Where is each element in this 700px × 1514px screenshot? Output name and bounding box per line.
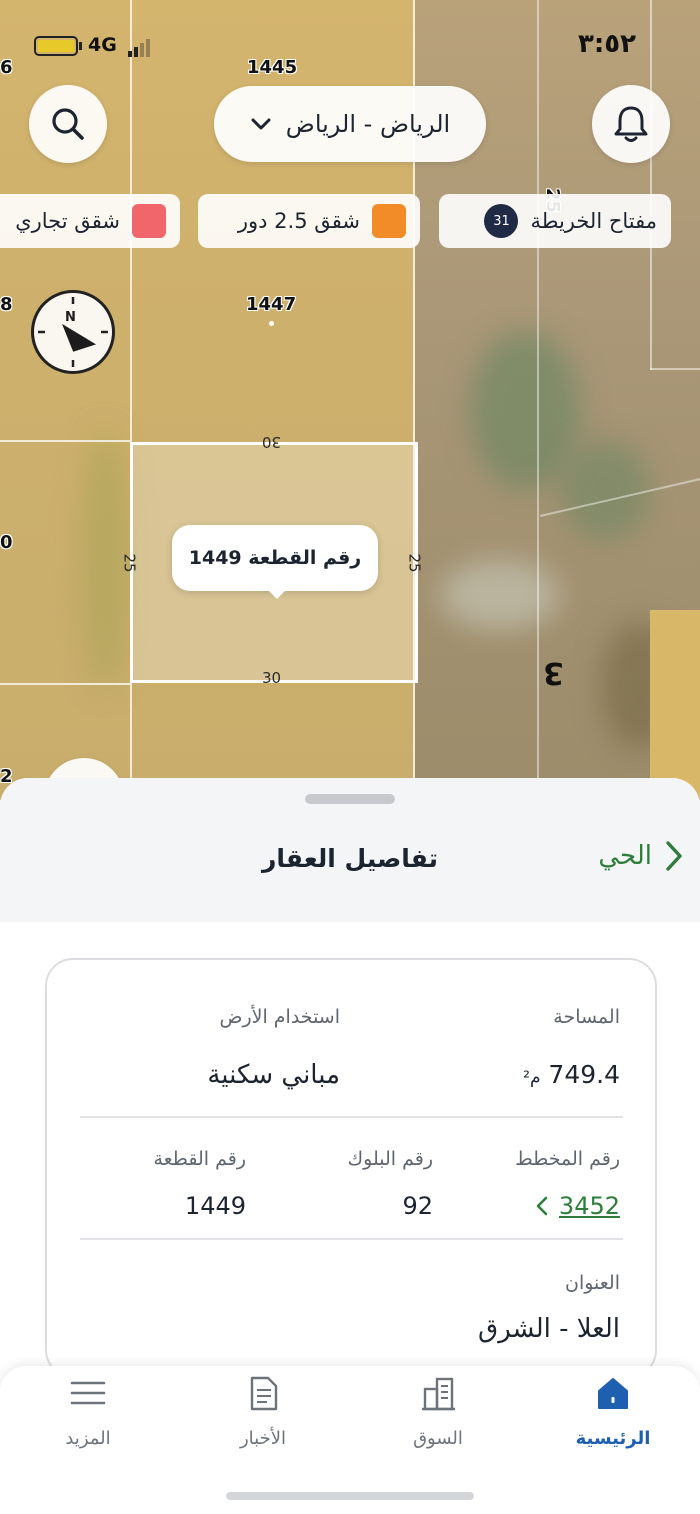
parcel-boundary — [0, 683, 130, 685]
menu-icon — [68, 1372, 108, 1414]
legend-count-badge: 31 — [484, 204, 519, 238]
vegetation — [560, 440, 650, 540]
svg-text:N: N — [65, 310, 76, 325]
city-selector[interactable]: الرياض - الرياض — [214, 86, 486, 162]
compass-button[interactable]: N — [31, 290, 115, 374]
legend-swatch — [372, 204, 406, 238]
tab-label: المزيد — [65, 1428, 111, 1449]
search-icon — [52, 108, 84, 140]
parcel-number: 0 — [0, 532, 13, 553]
legend-swatch — [132, 204, 166, 238]
chevron-right-icon — [666, 841, 682, 871]
map-legend-button[interactable]: مفتاح الخريطة 31 — [439, 194, 671, 248]
tab-label: الرئيسية — [575, 1428, 651, 1449]
vegetation — [440, 560, 560, 630]
sheet-header: تفاصيل العقار الحي — [0, 778, 700, 922]
back-label: الحي — [598, 841, 652, 871]
block-number-value: 92 — [402, 1192, 433, 1220]
tab-label: السوق — [413, 1428, 463, 1449]
plot-dimension-top: 30 — [262, 433, 282, 451]
tab-news[interactable]: الأخبار — [203, 1372, 323, 1462]
plot-dimension-right: 25 — [405, 553, 424, 573]
city-label: الرياض - الرياض — [285, 110, 451, 138]
plot-number-label: رقم القطعة — [153, 1148, 246, 1170]
area-value-group: 749.4 م² — [523, 1060, 620, 1089]
search-button[interactable] — [29, 85, 107, 163]
map-view[interactable]: 1445 1447 6 8 0 2 25 3 30 30 25 25 رقم ا… — [0, 0, 700, 800]
plan-number-link[interactable]: 3452 — [535, 1192, 620, 1220]
tab-bar: الرئيسية السوق الأخبار المزيد — [0, 1366, 700, 1514]
land-use-label: استخدام الأرض — [219, 1006, 340, 1028]
address-label: العنوان — [564, 1272, 620, 1294]
tab-label: الأخبار — [239, 1428, 286, 1449]
notifications-button[interactable] — [592, 85, 670, 163]
parcel-number: 8 — [0, 294, 13, 315]
sheet-grabber[interactable] — [305, 794, 395, 804]
area-unit: م² — [523, 1068, 541, 1088]
block-number-label: رقم البلوك — [347, 1148, 433, 1170]
tab-market[interactable]: السوق — [378, 1372, 498, 1462]
home-icon — [593, 1372, 633, 1414]
legend-chip-commercial[interactable]: شقق تجاري — [0, 194, 180, 248]
network-type: 4G — [88, 34, 117, 56]
legend-chip-label: شقق 2.5 دور — [237, 209, 360, 233]
buildings-icon — [418, 1372, 458, 1414]
back-to-district-button[interactable]: الحي — [598, 840, 684, 872]
bell-icon — [614, 106, 648, 142]
parcel-boundary — [537, 0, 539, 800]
parcel-dot — [269, 321, 274, 326]
compass-icon: N — [38, 297, 108, 367]
home-indicator — [226, 1492, 474, 1500]
plot-dimension-left: 25 — [120, 553, 139, 573]
battery-icon — [34, 36, 78, 56]
plan-number-value[interactable]: 3452 — [559, 1192, 620, 1220]
news-icon — [243, 1372, 283, 1414]
plan-number-label: رقم المخطط — [515, 1148, 620, 1170]
chevron-left-icon — [536, 1196, 548, 1216]
divider — [80, 1238, 623, 1240]
legend-chip-label: شقق تجاري — [15, 209, 120, 233]
chevron-down-icon — [251, 118, 271, 130]
tab-home[interactable]: الرئيسية — [553, 1372, 673, 1462]
land-use-value: مباني سكنية — [207, 1060, 340, 1090]
parcel-boundary — [0, 440, 130, 442]
plot-number-tooltip[interactable]: رقم القطعة 1449 — [172, 525, 378, 599]
divider — [80, 1116, 623, 1118]
property-details-card: المساحة 749.4 م² استخدام الأرض مباني سكن… — [45, 958, 657, 1378]
map-land — [650, 610, 700, 800]
status-bar: 4G ٣:٥٢ — [0, 25, 700, 65]
parcel-boundary — [650, 368, 700, 370]
map-legend-label: مفتاح الخريطة — [530, 209, 657, 233]
legend-chip-apartments[interactable]: شقق 2.5 دور — [198, 194, 420, 248]
plot-dimension-bottom: 30 — [262, 669, 282, 687]
address-value: العلا - الشرق — [478, 1314, 620, 1344]
battery-cap — [79, 42, 82, 50]
signal-icon — [128, 38, 152, 57]
vegetation — [470, 330, 580, 490]
sheet-title: تفاصيل العقار — [262, 844, 438, 873]
street-letter: 3 — [543, 655, 564, 690]
status-time: ٣:٥٢ — [577, 29, 636, 59]
area-label: المساحة — [553, 1006, 620, 1028]
plot-number-value: 1449 — [184, 1192, 246, 1220]
parcel-number: 1447 — [246, 294, 297, 315]
area-value: 749.4 — [548, 1060, 620, 1089]
tab-more[interactable]: المزيد — [28, 1372, 148, 1462]
